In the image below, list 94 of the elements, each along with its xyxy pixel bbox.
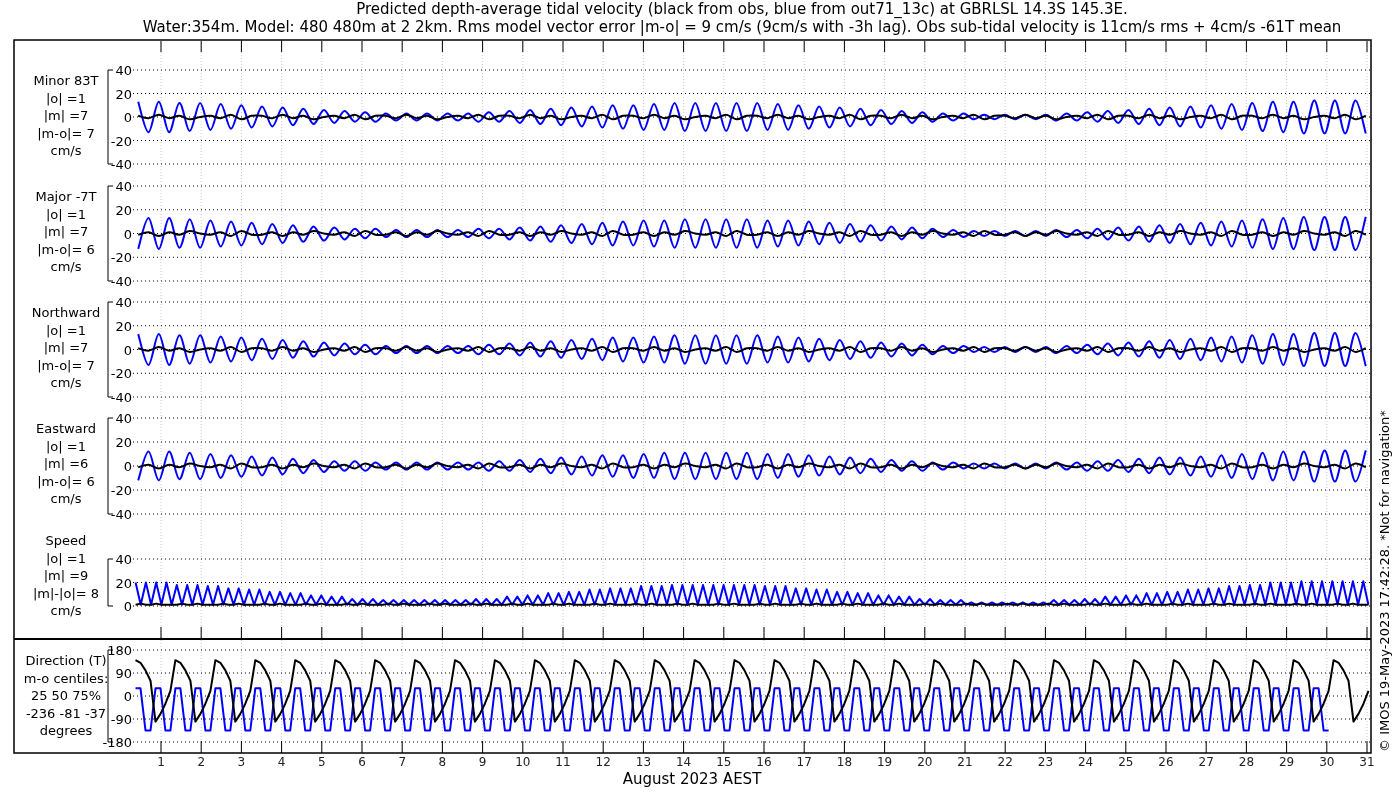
panel-label: |o| =1: [46, 206, 86, 222]
day-label: 12: [595, 755, 611, 769]
y-tick-label: -40: [110, 157, 132, 172]
y-tick-label: -20: [110, 250, 132, 266]
day-label: 10: [515, 755, 531, 769]
day-label: 20: [917, 755, 933, 769]
panel-label: Minor 83T: [33, 73, 99, 88]
copyright-note: © IMOS 19-May-2023 17:42:28. *Not for navigation*: [1377, 410, 1392, 752]
day-label: 30: [1319, 755, 1335, 769]
day-label: 5: [318, 755, 326, 769]
day-label: 25: [1118, 755, 1134, 769]
y-tick-label: 0: [123, 599, 132, 614]
day-label: 31: [1359, 755, 1375, 769]
panel-label: |m| =7: [43, 224, 89, 239]
day-label: 26: [1158, 755, 1174, 769]
y-tick-label: 0: [123, 459, 132, 474]
y-tick-label: 40: [115, 295, 132, 310]
panel-label: cm/s: [50, 603, 82, 618]
panel-label: |m-o|= 6: [37, 241, 95, 257]
panel-label: |m| =7: [43, 108, 89, 123]
day-label: 6: [358, 755, 366, 769]
panel-label: |m| =7: [43, 340, 89, 355]
y-tick-label: 0: [123, 226, 132, 242]
panel-label: degrees: [39, 723, 93, 738]
y-tick-label: -180: [102, 735, 132, 750]
y-tick-label: -20: [110, 366, 132, 382]
panel-label: Northward: [31, 305, 101, 320]
panel-label: cm/s: [50, 143, 82, 158]
day-label: 11: [555, 755, 571, 769]
panel-label: Eastward: [36, 421, 96, 436]
day-label: 18: [836, 755, 853, 769]
day-label: 4: [277, 755, 286, 769]
panel-label: |m-o|= 7: [37, 125, 95, 141]
day-label: 24: [1077, 755, 1094, 769]
panel-label: Speed: [45, 533, 87, 548]
y-tick-label: 40: [115, 552, 132, 567]
y-tick-label: 40: [115, 63, 132, 78]
y-axis: [107, 558, 114, 607]
panel-label: cm/s: [50, 259, 82, 274]
y-tick-label: 20: [115, 86, 132, 102]
panel-label: -236 -81 -37: [25, 705, 107, 721]
y-tick-label: 90: [115, 666, 132, 681]
panel-label: cm/s: [50, 375, 82, 390]
day-label: 8: [438, 755, 447, 769]
y-tick-label: 20: [115, 575, 132, 591]
panel-label: Major -7T: [35, 189, 97, 204]
day-label: 3: [237, 755, 246, 769]
day-label: 29: [1278, 755, 1295, 769]
day-label: 9: [478, 755, 487, 769]
y-tick-label: 0: [123, 342, 132, 358]
panel-label: m-o centiles:: [23, 670, 109, 686]
panel-label: |o| =1: [46, 322, 86, 338]
day-label: 17: [796, 755, 812, 769]
y-tick-label: 0: [123, 110, 132, 125]
day-label: 19: [876, 755, 893, 769]
panel-label: |o| =1: [46, 438, 86, 454]
y-tick-label: -20: [110, 483, 132, 498]
y-tick-label: 40: [115, 411, 132, 426]
y-tick-label: -40: [110, 390, 132, 405]
y-tick-label: -40: [110, 274, 132, 289]
day-label: 28: [1238, 755, 1255, 769]
day-label: 7: [398, 755, 406, 769]
day-label: 14: [675, 755, 692, 769]
plot-title: Predicted depth-average tidal velocity (black from obs, blue from out71_13c) at GBRLSL 14.3S 145.3E.: [356, 0, 1128, 18]
panel-label: Direction (T): [25, 653, 107, 668]
day-label: 21: [957, 755, 973, 769]
y-tick-label: 40: [115, 179, 132, 194]
panel-label: |m-o|= 7: [37, 357, 95, 373]
y-tick-label: 20: [115, 202, 132, 218]
y-tick-label: -40: [110, 507, 132, 522]
panel-label: |m|-|o|= 8: [32, 585, 100, 601]
panel-label: |o| =1: [46, 550, 86, 566]
panel-label: |m| =6: [43, 456, 89, 471]
panel-label: |m| =9: [43, 568, 89, 583]
day-label: 13: [635, 755, 652, 769]
y-tick-label: 20: [115, 318, 132, 334]
plot-title: Water:354m. Model: 480 480m at 2 2km. Rms model vector error |m-o| = 9 cm/s (9cm/s with -3h lag). Obs sub-tidal velocity is 11cm/s rms + 4cm/s -61T mean: [142, 18, 1342, 36]
panel-label: 25 50 75%: [30, 688, 102, 703]
panel-label: cm/s: [50, 491, 82, 506]
panel-label: |o| =1: [46, 90, 86, 106]
day-label: 16: [756, 755, 772, 769]
y-tick-label: 0: [123, 689, 132, 704]
y-tick-label: 20: [115, 435, 132, 450]
y-tick-label: -20: [110, 133, 132, 149]
day-label: 2: [197, 755, 205, 769]
x-axis-label: August 2023 AEST: [622, 770, 762, 788]
panel-label: |m-o|= 6: [37, 473, 95, 489]
day-label: 23: [1037, 755, 1054, 769]
y-tick-label: -90: [110, 712, 132, 727]
day-label: 27: [1198, 755, 1214, 769]
y-tick-label: 180: [107, 643, 132, 658]
day-label: 1: [157, 755, 165, 769]
day-label: 15: [716, 755, 732, 769]
day-label: 22: [997, 755, 1013, 769]
